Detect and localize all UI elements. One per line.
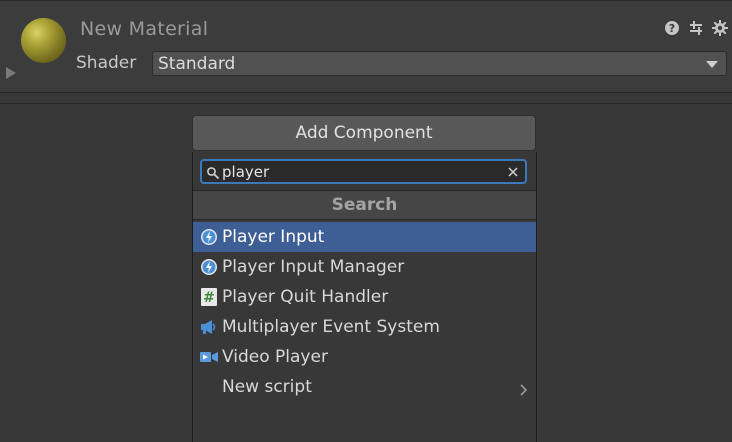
search-input[interactable] [222,161,505,182]
input-lightning-icon [200,228,218,246]
gear-icon[interactable] [712,20,728,36]
result-label: Multiplayer Event System [222,317,440,337]
header-divider [0,92,732,104]
material-title: New Material [80,18,209,40]
result-label: Player Input Manager [222,257,405,277]
shader-dropdown[interactable]: Standard [152,51,727,76]
component-results-list: Player Input Player Input Manager # Play… [193,222,536,402]
result-label: Player Input [222,227,325,247]
result-player-quit-handler[interactable]: # Player Quit Handler [193,282,536,312]
result-player-input-manager[interactable]: Player Input Manager [193,252,536,282]
help-icon[interactable]: ? [664,20,680,36]
clear-search-icon[interactable] [505,164,521,180]
add-component-button[interactable]: Add Component [192,115,536,151]
shader-label: Shader [76,53,137,73]
result-video-player[interactable]: Video Player [193,342,536,372]
search-icon [206,165,220,179]
foldout-arrow-icon[interactable] [6,67,16,79]
event-megaphone-icon [200,318,218,336]
material-header: New Material ? Shader Standard [0,0,732,93]
header-icon-group: ? [664,20,728,36]
svg-text:#: # [203,290,215,306]
result-player-input[interactable]: Player Input [193,222,536,252]
material-preview-sphere [21,18,66,63]
result-new-script[interactable]: New script [193,372,536,402]
result-label: Player Quit Handler [222,287,389,307]
result-label: New script [222,377,312,397]
preset-sliders-icon[interactable] [688,20,704,36]
add-component-popup: Search Player Input Player Input Manager… [192,152,537,442]
result-multiplayer-event-system[interactable]: Multiplayer Event System [193,312,536,342]
chevron-right-icon [520,381,528,401]
shader-value: Standard [158,53,236,74]
video-camera-icon [200,348,218,366]
input-lightning-icon [200,258,218,276]
chevron-down-icon [706,61,718,68]
search-section-header: Search [193,190,536,220]
script-hash-icon: # [200,288,218,306]
result-label: Video Player [222,347,328,367]
component-search-field[interactable] [200,159,527,184]
svg-text:?: ? [669,22,675,35]
